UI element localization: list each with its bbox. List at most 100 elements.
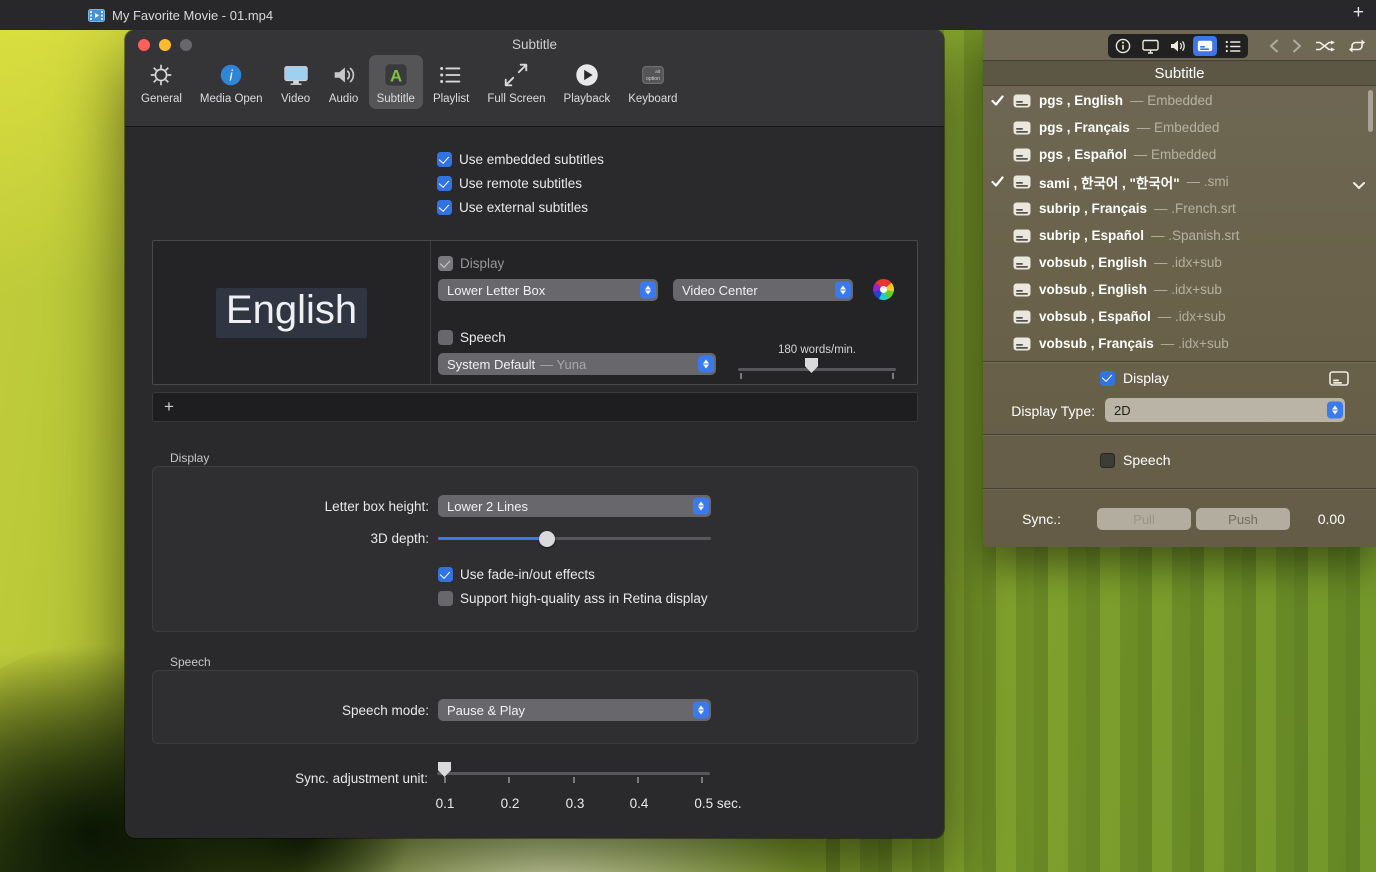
sync-label: Sync.:	[1022, 511, 1061, 527]
playlist-pane-icon[interactable]	[1221, 36, 1245, 56]
display-type-label: Display Type:	[1011, 403, 1095, 419]
checkbox-box	[438, 567, 453, 582]
speaker-icon	[329, 60, 359, 90]
speech-rate-slider[interactable]	[738, 358, 896, 379]
preferences-title: Subtitle	[511, 37, 558, 52]
add-style-bar: +	[152, 392, 918, 422]
retina-ass-checkbox[interactable]: Support high-quality ass in Retina displ…	[438, 591, 708, 606]
monitor-icon	[281, 60, 311, 90]
toolbar-item-video[interactable]: Video	[273, 55, 319, 109]
use-remote-subtitles-checkbox[interactable]: Use remote subtitles	[437, 176, 582, 191]
repeat-icon[interactable]	[1348, 39, 1366, 53]
speech-voice-popup[interactable]: System Default — Yuna	[438, 353, 716, 375]
subtitle-cc-icon	[1013, 229, 1031, 243]
checkbox-box	[438, 256, 453, 271]
subtitle-pane-icon[interactable]	[1193, 36, 1218, 56]
sync-push-button[interactable]: Push	[1196, 508, 1290, 530]
info-icon[interactable]	[1111, 36, 1135, 56]
toolbar-item-audio[interactable]: Audio	[321, 55, 367, 109]
slider-thumb[interactable]	[805, 358, 818, 373]
expand-arrows-icon	[501, 60, 531, 90]
volume-pane-icon[interactable]	[1166, 36, 1190, 56]
track-row[interactable]: vobsub , English — .idx+sub	[983, 276, 1376, 303]
track-row[interactable]: pgs , English — Embedded	[983, 87, 1376, 114]
use-embedded-subtitles-checkbox[interactable]: Use embedded subtitles	[437, 152, 604, 167]
panel-speech-checkbox[interactable]: Speech	[1100, 452, 1170, 468]
letterbox-position-popup[interactable]: Lower Letter Box	[438, 279, 658, 301]
preferences-header: Subtitle General i Media Open Video Audi…	[125, 30, 944, 127]
toolbar-item-media-open[interactable]: i Media Open	[192, 55, 271, 109]
checkbox-box	[1100, 370, 1115, 386]
toolbar-item-subtitle[interactable]: A Subtitle	[368, 55, 423, 109]
sync-adjustment-label: Sync. adjustment unit:	[295, 771, 428, 786]
sync-unit-slider[interactable]	[437, 762, 710, 783]
fade-effects-checkbox[interactable]: Use fade-in/out effects	[438, 567, 595, 582]
track-row[interactable]: subrip , Español — .Spanish.srt	[983, 222, 1376, 249]
toolbar-item-general[interactable]: General	[133, 55, 190, 109]
preview-speech-checkbox[interactable]: Speech	[438, 330, 506, 345]
subtitle-display-icon[interactable]	[1329, 371, 1349, 386]
track-row[interactable]: pgs , Français — Embedded	[983, 114, 1376, 141]
use-external-subtitles-checkbox[interactable]: Use external subtitles	[437, 200, 588, 215]
chevron-right-icon[interactable]	[1292, 39, 1302, 53]
track-row[interactable]: vobsub , Español — .idx+sub	[983, 303, 1376, 330]
svg-text:alt: alt	[655, 69, 661, 74]
sync-tick-label: 0.1	[435, 796, 455, 811]
toolbar-label: Audio	[328, 93, 359, 105]
preferences-window: Subtitle General i Media Open Video Audi…	[125, 30, 944, 838]
play-circle-icon	[572, 60, 602, 90]
speech-group-box: Speech mode: Pause & Play	[152, 670, 918, 744]
speech-group-label: Speech	[170, 655, 211, 669]
slider-thumb[interactable]	[539, 530, 555, 547]
speech-mode-label: Speech mode:	[341, 703, 429, 718]
letterbox-height-label: Letter box height:	[324, 499, 429, 514]
checkbox-box	[1100, 452, 1115, 468]
add-button[interactable]: +	[1353, 2, 1364, 24]
checkbox-box	[438, 591, 453, 606]
stepper-icon	[692, 701, 709, 719]
preview-display-checkbox[interactable]: Display	[438, 256, 504, 271]
checkbox-box	[438, 330, 453, 345]
display-type-popup[interactable]: 2D	[1105, 398, 1345, 422]
track-row[interactable]: pgs , Español — Embedded	[983, 141, 1376, 168]
track-row[interactable]: vobsub , Français — .idx+sub	[983, 330, 1376, 357]
panel-divider	[983, 488, 1376, 489]
sync-tick-label: 0.3	[565, 796, 585, 811]
track-row[interactable]: vobsub , English — .idx+sub	[983, 249, 1376, 276]
subtitle-cc-icon	[1013, 202, 1031, 216]
stepper-icon	[697, 355, 714, 373]
subtitle-sample-zone: English	[153, 241, 431, 384]
toolbar-item-full-screen[interactable]: Full Screen	[479, 55, 553, 109]
panel-divider	[983, 434, 1376, 435]
track-row[interactable]: subrip , Français — .French.srt	[983, 195, 1376, 222]
slider-thumb[interactable]	[438, 762, 451, 777]
panel-transport-bar	[1269, 34, 1366, 58]
app-titlebar: My Favorite Movie - 01.mp4 +	[0, 0, 1376, 30]
letterbox-height-popup[interactable]: Lower 2 Lines	[438, 495, 711, 517]
display-pane-icon[interactable]	[1139, 36, 1163, 56]
subtitle-preview-box: English Display Lower Letter Box Video C…	[152, 240, 918, 385]
video-align-popup[interactable]: Video Center	[673, 279, 853, 301]
toolbar-item-playlist[interactable]: Playlist	[425, 55, 477, 109]
chevron-down-icon[interactable]	[1352, 177, 1366, 195]
sync-pull-button[interactable]: Pull	[1097, 508, 1191, 530]
subtitle-cc-icon	[1013, 310, 1031, 324]
text-color-icon[interactable]	[873, 279, 894, 300]
subtitle-sample-text: English	[215, 287, 368, 338]
3d-depth-slider[interactable]	[438, 530, 711, 547]
track-row[interactable]: sami , 한국어 , "한국어" — .smi	[983, 168, 1376, 195]
toolbar-label: Media Open	[199, 93, 263, 105]
svg-text:A: A	[390, 67, 402, 86]
toolbar-item-playback[interactable]: Playback	[556, 55, 619, 109]
chevron-left-icon[interactable]	[1269, 39, 1279, 53]
toolbar-label: Subtitle	[376, 93, 415, 105]
toolbar-item-keyboard[interactable]: alt option Keyboard	[620, 55, 685, 109]
movie-file-icon	[88, 8, 105, 22]
add-style-button[interactable]: +	[164, 397, 174, 417]
checkbox-box	[437, 200, 452, 215]
3d-depth-label: 3D depth:	[370, 531, 429, 546]
speech-mode-popup[interactable]: Pause & Play	[438, 699, 711, 721]
panel-display-checkbox[interactable]: Display	[1100, 370, 1169, 386]
subtitle-cc-icon	[1013, 175, 1031, 189]
shuffle-icon[interactable]	[1315, 39, 1335, 53]
